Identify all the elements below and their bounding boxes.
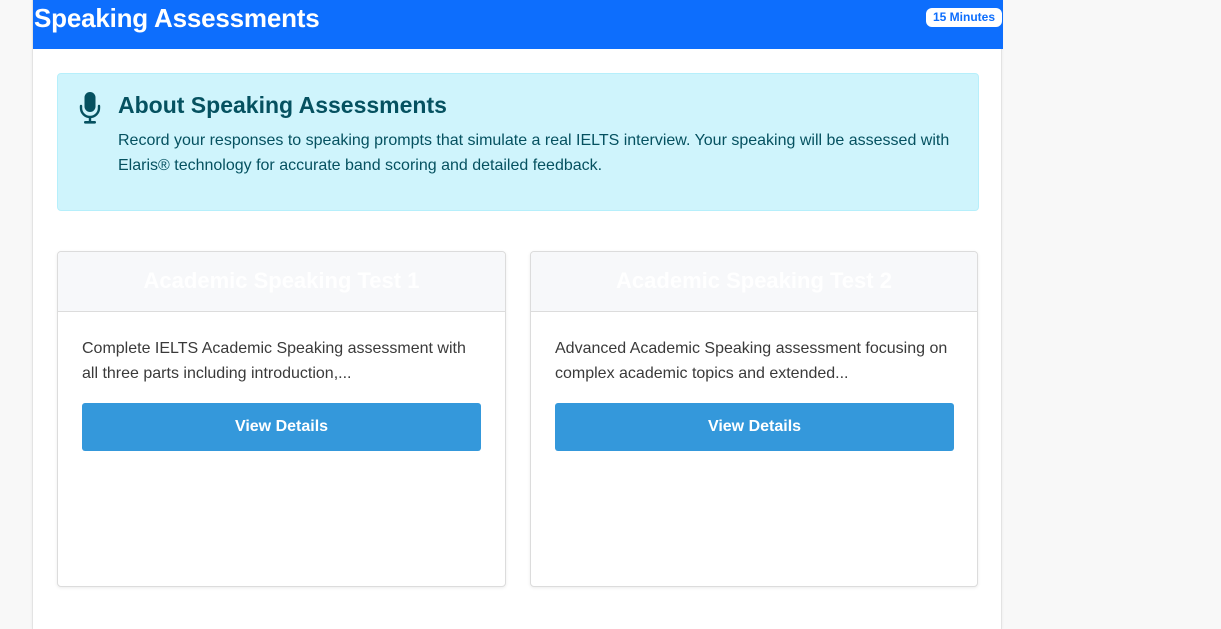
about-info-box: About Speaking Assessments Record your r… [57,73,979,211]
card-description: Advanced Academic Speaking assessment fo… [555,340,948,382]
card-header: Academic Speaking Test 2 [531,252,977,312]
main-panel: Speaking Assessments 15 Minutes About Sp… [32,0,1003,629]
card-description: Complete IELTS Academic Speaking assessm… [82,340,466,382]
duration-badge: 15 Minutes [925,8,1002,27]
test-card: Academic Speaking Test 2 Advanced Academ… [530,251,978,587]
page-header: Speaking Assessments 15 Minutes [33,0,1003,49]
microphone-icon [79,92,101,124]
info-description: Record your responses to speaking prompt… [118,132,950,174]
view-details-button[interactable]: View Details [82,403,481,451]
card-title: Academic Speaking Test 2 [616,268,892,293]
info-title: About Speaking Assessments [118,92,447,118]
page-title: Speaking Assessments [34,3,320,33]
card-title: Academic Speaking Test 1 [143,268,420,293]
test-card: Academic Speaking Test 1 Complete IELTS … [57,251,506,587]
view-details-button[interactable]: View Details [555,403,954,451]
card-header: Academic Speaking Test 1 [58,252,505,312]
